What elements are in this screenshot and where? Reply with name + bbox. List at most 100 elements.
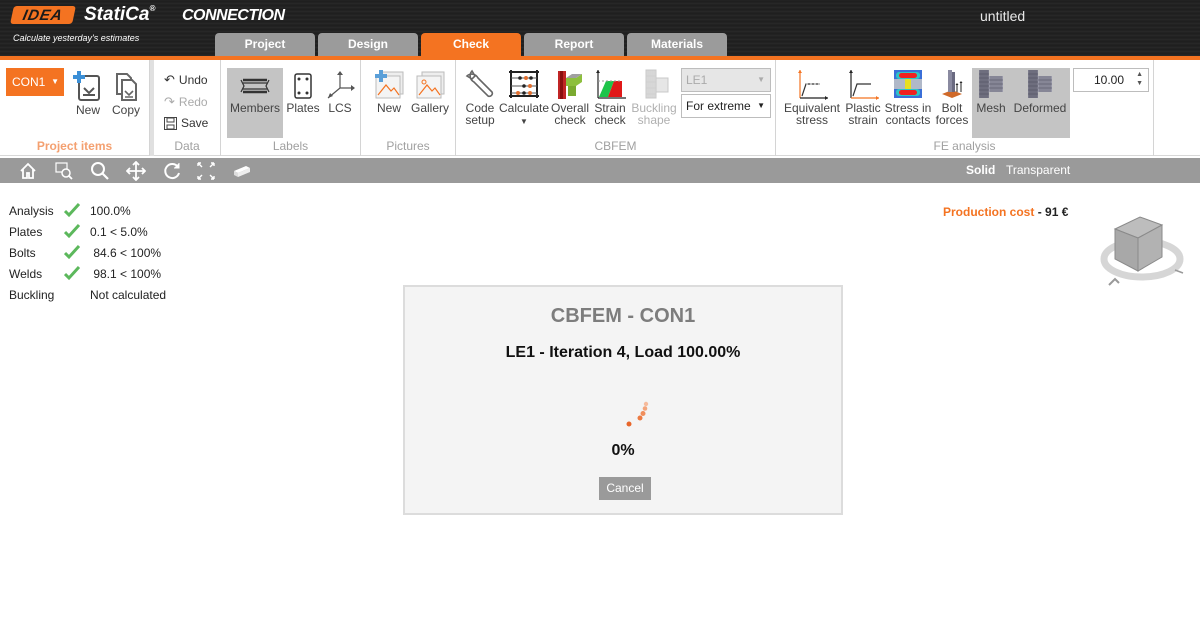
main-tabs: Project Design Check Report Materials (215, 33, 730, 56)
redo-button[interactable]: ↷ Redo (164, 94, 208, 110)
load-effect-select[interactable]: LE1 ▼ (681, 68, 771, 92)
solid-view-icon[interactable] (232, 161, 252, 181)
gallery-button[interactable]: Gallery (409, 70, 451, 114)
redo-icon: ↷ (164, 94, 175, 109)
view-cube[interactable] (1095, 207, 1190, 292)
code-setup-button[interactable]: Code setup (462, 68, 498, 126)
connection-select[interactable]: CON1 ▼ (6, 68, 64, 96)
ribbon: CON1 ▼ New Copy Project items ↶ Undo ↷ Redo… (0, 60, 1200, 156)
view-toolbar: Solid Transparent (0, 158, 1200, 183)
zoom-icon[interactable] (90, 161, 110, 181)
dialog-progress: 0% (611, 442, 635, 459)
plates-toggle[interactable]: Plates (285, 72, 321, 114)
equivalent-stress-button[interactable]: Equivalent stress (782, 68, 842, 126)
check-ok-icon (64, 223, 80, 239)
mesh-deformed-toggle-group: Mesh Deformed (972, 68, 1070, 138)
members-icon (240, 78, 270, 94)
strain-check-button[interactable]: Strain check (590, 68, 630, 126)
tab-check[interactable]: Check (421, 33, 521, 56)
rotate-icon[interactable] (162, 161, 182, 181)
group-pictures: New Gallery Pictures (361, 60, 456, 156)
copy-item-button[interactable]: Copy (108, 70, 144, 116)
tagline: Calculate yesterday's estimates (13, 33, 140, 43)
deformed-icon (1028, 70, 1052, 98)
module-name: CONNECTION (182, 7, 285, 24)
undo-icon: ↶ (164, 72, 175, 87)
strain-check-icon (596, 70, 626, 99)
zoom-window-icon[interactable] (54, 161, 74, 181)
new-picture-icon (375, 70, 404, 99)
dialog-status: LE1 - Iteration 4, Load 100.00% (505, 344, 741, 361)
equivalent-stress-icon (798, 70, 828, 100)
deformed-toggle[interactable]: Deformed (1010, 68, 1070, 114)
statica-logo: StatiCa® (84, 4, 156, 25)
group-project-items: CON1 ▼ New Copy Project items (0, 60, 150, 156)
calculate-abacus-icon (509, 70, 539, 98)
copy-icon (116, 73, 137, 101)
production-cost-label[interactable]: Production cost (943, 205, 1034, 219)
overall-check-button[interactable]: Overall check (550, 68, 590, 126)
dialog-title: CBFEM - CON1 (550, 305, 696, 327)
plastic-strain-button[interactable]: Plastic strain (842, 68, 884, 126)
dropdown-arrow-icon: ▼ (51, 77, 59, 86)
dropdown-arrow-icon: ▼ (757, 101, 765, 110)
group-fe-analysis: Equivalent stress Plastic strain Stress in… (776, 60, 1154, 156)
document-title: untitled (980, 8, 1026, 24)
group-label-project-items: Project items (36, 139, 113, 153)
pan-icon[interactable] (126, 161, 146, 181)
home-icon[interactable] (18, 161, 38, 181)
buckling-shape-icon (645, 69, 669, 99)
check-ok-icon (64, 265, 80, 281)
tab-design[interactable]: Design (318, 33, 418, 56)
production-cost: Production cost - 91 € (943, 205, 1069, 219)
undo-button[interactable]: ↶ Undo (164, 72, 208, 88)
check-ok-icon (64, 244, 80, 260)
new-item-button[interactable]: New (70, 70, 106, 116)
overall-check-icon (558, 71, 582, 99)
mesh-icon (979, 70, 1003, 98)
extreme-mode-select[interactable]: For extreme ▼ (681, 94, 771, 118)
gallery-icon (416, 71, 445, 99)
y-axis-icon (1108, 277, 1120, 286)
dropdown-arrow-icon: ▼ (757, 75, 765, 84)
lcs-axes-icon (327, 71, 355, 99)
plates-icon (294, 73, 312, 99)
contact-stress-icon (894, 70, 922, 98)
plastic-strain-icon (849, 70, 879, 100)
check-ok-icon (64, 202, 80, 218)
tab-materials[interactable]: Materials (627, 33, 727, 56)
group-label-pictures: Pictures (386, 139, 430, 153)
transparent-mode-button[interactable]: Transparent (1006, 163, 1070, 177)
idea-logo: IDEA (10, 6, 76, 24)
wrench-icon (465, 69, 494, 98)
lcs-toggle[interactable]: LCS (323, 70, 357, 114)
calculate-arrow-icon: ▼ (520, 117, 528, 126)
scale-spinner[interactable]: 10.00 ▲ ▼ (1073, 68, 1149, 92)
mesh-toggle[interactable]: Mesh (972, 68, 1010, 114)
calculation-progress-dialog: CBFEM - CON1 LE1 - Iteration 4, Load 100… (403, 285, 843, 515)
group-labels: Members Plates LCS Labels (221, 60, 361, 156)
stress-in-contacts-button[interactable]: Stress in contacts (884, 68, 932, 126)
group-data: ↶ Undo ↷ Redo Save Data (150, 60, 221, 156)
solid-mode-button[interactable]: Solid (966, 163, 995, 177)
save-icon (164, 116, 177, 130)
spinner-arrows-icon[interactable]: ▲ ▼ (1136, 70, 1143, 88)
group-label-labels: Labels (272, 139, 309, 153)
save-button[interactable]: Save (164, 116, 208, 130)
bolt-forces-button[interactable]: Bolt forces (932, 68, 972, 126)
calculate-button[interactable]: Calculate ▼ (498, 68, 550, 128)
new-picture-button[interactable]: New (369, 70, 409, 114)
new-item-icon (73, 71, 100, 101)
buckling-shape-button[interactable]: Buckling shape (630, 68, 678, 126)
fit-view-icon[interactable] (196, 161, 216, 181)
loading-spinner-icon (626, 401, 649, 427)
group-label-fe-analysis: FE analysis (933, 139, 996, 153)
group-cbfem: Code setup Calculate ▼ Overall check Strain… (456, 60, 776, 156)
group-label-data: Data (174, 139, 200, 153)
tab-project[interactable]: Project (215, 33, 315, 56)
members-toggle[interactable]: Members (227, 68, 283, 138)
bolt-forces-icon (942, 70, 963, 98)
cancel-button[interactable]: Cancel (599, 477, 651, 500)
production-cost-value: 91 € (1045, 205, 1069, 219)
tab-report[interactable]: Report (524, 33, 624, 56)
